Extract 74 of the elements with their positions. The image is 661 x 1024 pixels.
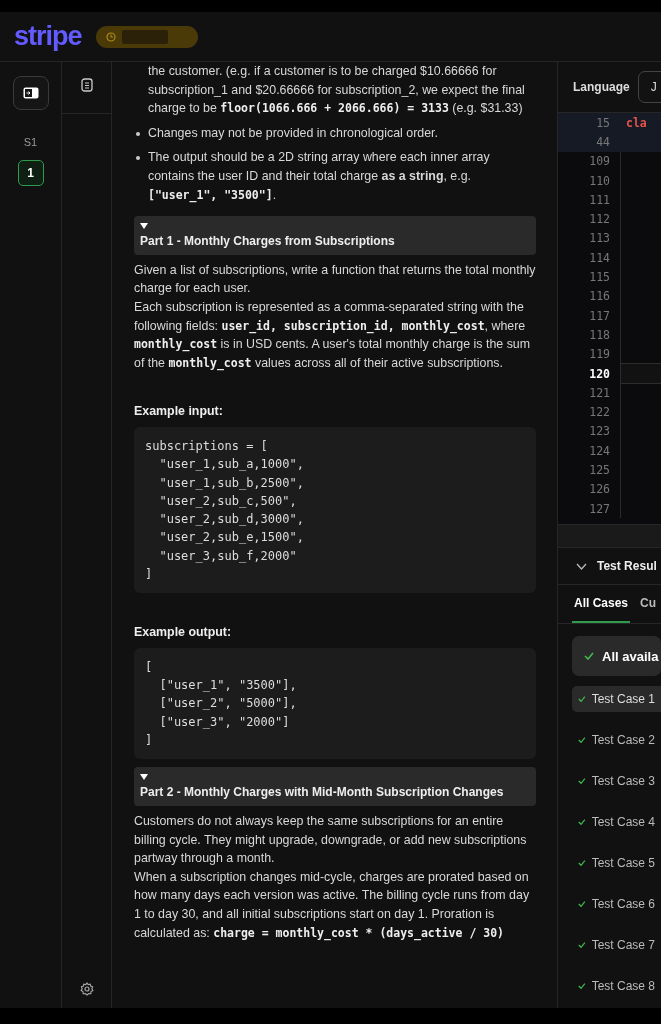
line-number: 44	[595, 134, 611, 149]
test-case-item[interactable]: Test Case 6	[572, 891, 661, 918]
code-text: cla	[626, 115, 647, 130]
list-item-text: the customer. (e.g. if a customer is to be charged $10.66666 for subscription_1 and $20.66666 for subscription_2, we expect the final charge to be floor(1066.666 + 2066.666) = 3133 (e.g. $31.33)	[148, 63, 526, 118]
bullet-dot	[136, 156, 140, 161]
list-item-text: Changes may not be provided in chronological order.	[148, 124, 438, 142]
line-number: 112	[588, 212, 611, 227]
check-icon	[584, 652, 594, 661]
section-title: Part 2 - Monthly Charges with Mid-Month Subscription Changes	[140, 784, 505, 802]
example-label: Example output:	[134, 624, 233, 642]
line-number: 115	[588, 270, 611, 284]
line-number: 124	[588, 443, 611, 458]
logo[interactable]: stripe	[14, 21, 82, 52]
redaction-mark	[121, 29, 168, 44]
language-label: Language	[573, 80, 630, 94]
example-label: Example input:	[134, 403, 224, 421]
list-item-text: The output should be a 2D string array where each inner array contains the user ID and their total charge as a string, e.g. ["user_1", "3500"].	[148, 149, 491, 205]
current-line-highlight	[620, 362, 661, 385]
clock-icon	[105, 31, 116, 42]
test-case-item[interactable]: Test Case 2	[572, 727, 661, 754]
line-number: 118	[588, 327, 611, 342]
test-case-item[interactable]: Test Case 1	[572, 686, 661, 713]
line-number: 125	[588, 463, 611, 477]
line-number: 111	[588, 192, 611, 207]
panel-toggle-button[interactable]	[12, 76, 49, 110]
chevron-down-icon[interactable]	[576, 562, 587, 570]
tab[interactable]: Cu	[638, 585, 659, 624]
test-case-item[interactable]: Test Case 5	[572, 850, 661, 877]
line-number: 110	[588, 173, 611, 188]
tab[interactable]: All Cases	[572, 585, 631, 624]
line-number: 120	[588, 366, 611, 381]
question-number[interactable]: 1	[17, 160, 44, 186]
code-editor[interactable]: 15 cla 44 109 110 111 112 113 114 115 116 117 118 119 120 121 122 123 124 125 126 127	[558, 113, 661, 525]
line-number: 117	[588, 308, 611, 323]
line-number: 123	[588, 424, 611, 439]
check-icon	[578, 818, 586, 827]
banner-text: All availa	[602, 648, 659, 664]
document-icon[interactable]	[80, 78, 93, 92]
panel-title: Test Resul	[597, 559, 657, 574]
check-icon	[578, 982, 586, 991]
code-block: [ ["user_1", "3500"], ["user_2", "5000"], ["user_3", "2000"] ]	[134, 647, 536, 760]
section-label: S1	[23, 136, 38, 148]
test-case-item[interactable]: Test Case 4	[572, 809, 661, 836]
paragraph: Customers do not always keep the same subscriptions for an entire billing cycle. They might upgrade, downgrade, or add new subscriptions partway through a month.	[134, 812, 528, 868]
check-icon	[578, 736, 586, 745]
language-dropdown[interactable]: J	[637, 71, 661, 103]
test-case-item[interactable]: Test Case 7	[572, 932, 661, 959]
settings-icon[interactable]	[79, 982, 94, 996]
code-block: subscriptions = [ "user_1,sub_a,1000", "user_1,sub_b,2500", "user_2,sub_c,500", "user_2,sub_d,3000", "user_2,sub_e,1500", "user_3,sub_f,2000" ]	[134, 426, 536, 594]
line-number: 121	[588, 385, 611, 400]
check-icon	[578, 859, 586, 868]
line-number: 113	[588, 231, 611, 246]
test-case-item[interactable]: Test Case 8	[572, 973, 661, 1000]
check-icon	[578, 777, 586, 786]
paragraph: When a subscription changes mid-cycle, charges are prorated based on how many days each version was active. The billing cycle runs from day 1 to day 30, and all initial subscriptions start on day 1. Proration is calculated as: charge = monthly_cost * (days_active / 30)	[134, 868, 531, 943]
check-icon	[578, 900, 586, 909]
line-number: 109	[588, 154, 611, 169]
line-number: 116	[588, 289, 611, 304]
line-number: 114	[588, 250, 611, 265]
test-case-item[interactable]: Test Case 3	[572, 768, 661, 795]
paragraph: Given a list of subscriptions, write a function that returns the total monthly charge for each user.	[134, 261, 536, 298]
line-number: 126	[588, 482, 611, 497]
paragraph: Each subscription is represented as a comma-separated string with the following fields: user_id, subscription_id, monthly_cost, where monthly_cost is in USD cents. A user's total monthly charge is the sum of the monthly_cost values across all of their active subscriptions.	[134, 298, 532, 373]
line-number: 15	[595, 115, 611, 130]
section-title: Part 1 - Monthly Charges from Subscriptions	[140, 233, 396, 251]
section-header[interactable]: Part 1 - Monthly Charges from Subscriptions	[134, 216, 536, 255]
bullet-dot	[136, 131, 140, 136]
line-number: 122	[588, 405, 611, 420]
panel-icon	[22, 87, 39, 99]
line-number: 127	[588, 501, 611, 516]
check-icon	[578, 941, 586, 950]
section-header[interactable]: Part 2 - Monthly Charges with Mid-Month Subscription Changes	[134, 767, 536, 806]
line-number: 119	[588, 347, 611, 362]
check-icon	[578, 695, 586, 704]
